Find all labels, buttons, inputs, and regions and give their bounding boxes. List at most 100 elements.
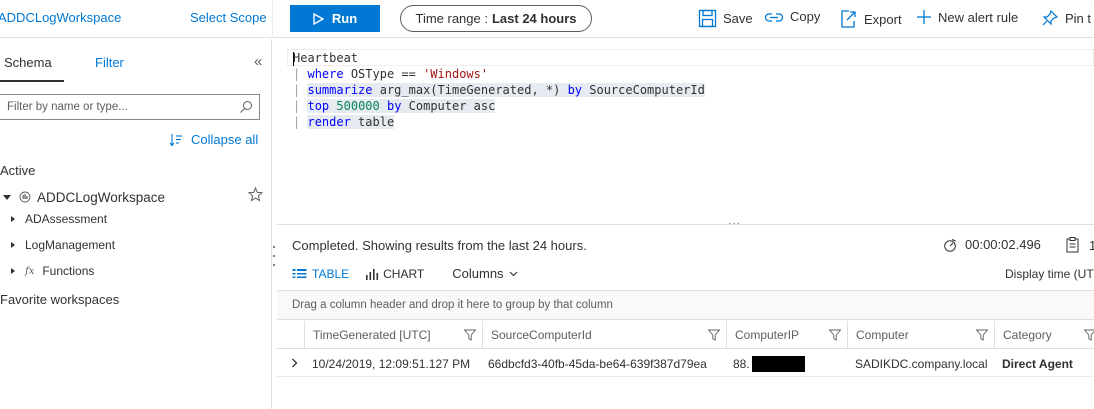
save-button[interactable]: Save <box>698 9 753 28</box>
cell-computerip: 88. <box>733 350 805 377</box>
bar-chart-icon <box>366 268 379 280</box>
query-editor[interactable]: Heartbeat | where OSType == 'Windows' | … <box>277 44 1094 222</box>
editor-results-splitter[interactable] <box>277 224 1094 228</box>
result-view-tabs: TABLE CHART Columns <box>292 266 518 281</box>
column-header-sourcecomputerid[interactable]: SourceComputerId <box>482 321 726 349</box>
pin-icon <box>1042 9 1059 26</box>
tab-schema[interactable]: Schema <box>4 55 52 70</box>
tab-table[interactable]: TABLE <box>292 267 349 281</box>
filter-icon[interactable] <box>708 329 720 341</box>
column-header-computerip[interactable]: ComputerIP <box>726 321 847 349</box>
time-range-value: Last 24 hours <box>491 11 577 26</box>
time-range-label: Time range : <box>415 11 488 26</box>
columns-label: Columns <box>452 266 504 281</box>
schema-filter <box>0 94 260 120</box>
code-line-4: | top 500000 by Computer asc <box>293 99 496 113</box>
workspace-tree-label: ADDCLogWorkspace <box>37 189 166 205</box>
export-button[interactable]: Export <box>838 9 902 29</box>
chevron-down-icon <box>509 271 517 276</box>
save-label: Save <box>723 11 753 26</box>
group-by-drop-zone[interactable]: Drag a column header and drop it here to… <box>277 290 1094 320</box>
active-tab-indicator <box>0 80 64 82</box>
star-icon[interactable] <box>248 187 263 202</box>
caret-right-icon <box>11 216 15 222</box>
save-icon <box>698 9 717 28</box>
collapse-all-icon <box>169 133 182 146</box>
export-label: Export <box>864 11 902 27</box>
workspace-link[interactable]: ADDCLogWorkspace <box>0 10 121 25</box>
search-icon <box>240 101 252 113</box>
tree-item-functions[interactable]: fx Functions <box>11 261 94 281</box>
filter-icon[interactable] <box>1084 329 1094 341</box>
display-time-selector[interactable]: Display time (UT <box>1005 267 1094 281</box>
new-alert-rule-button[interactable]: New alert rule <box>916 9 1018 25</box>
run-button[interactable]: Run <box>290 5 380 32</box>
tree-item-label: ADAssessment <box>25 212 108 226</box>
tab-chart-label: CHART <box>383 266 425 281</box>
group-by-hint: Drag a column header and drop it here to… <box>292 299 613 311</box>
play-icon <box>313 12 324 25</box>
top-toolbar: ADDCLogWorkspace Select Scope Run Time r… <box>0 0 1094 38</box>
export-icon <box>841 10 856 28</box>
cell-category: Direct Agent <box>1002 356 1073 371</box>
favorite-workspaces-label: Favorite workspaces <box>0 292 120 307</box>
tree-item-adassessment[interactable]: ADAssessment <box>11 209 107 229</box>
cell-computer: SADIKDC.company.local <box>855 356 988 371</box>
code-line-5: | render table <box>293 115 395 129</box>
schema-filter-input[interactable] <box>0 95 227 119</box>
table-icon <box>292 268 307 278</box>
caret-right-icon <box>11 242 15 248</box>
select-scope-link[interactable]: Select Scope <box>190 10 267 25</box>
plus-icon <box>917 10 931 24</box>
caret-right-icon <box>11 268 15 274</box>
filter-icon[interactable] <box>464 329 476 341</box>
column-header-computer[interactable]: Computer <box>847 321 994 349</box>
copy-button[interactable]: Copy <box>764 9 820 24</box>
redacted-block <box>751 355 805 372</box>
cell-sourcecomputerid: 66dbcfd3-40fb-45da-be64-639f387d79ea <box>488 356 707 371</box>
filter-icon[interactable] <box>829 329 841 341</box>
code-line-3: | summarize arg_max(TimeGenerated, *) by… <box>293 83 705 97</box>
time-range-picker[interactable]: Time range : Last 24 hours <box>400 5 592 32</box>
chevron-right-icon[interactable] <box>291 358 298 368</box>
elapsed-time: 00:00:02.496 <box>943 237 1041 252</box>
column-header-timegenerated[interactable]: TimeGenerated [UTC] <box>304 321 482 349</box>
tab-filter[interactable]: Filter <box>95 55 124 70</box>
new-alert-rule-label: New alert rule <box>938 9 1019 25</box>
result-count: 1 <box>1089 238 1094 253</box>
tree-item-label: LogManagement <box>25 238 116 252</box>
code-line-1: Heartbeat <box>293 51 359 66</box>
function-icon: fx <box>25 265 35 277</box>
current-line-highlight <box>287 49 1094 66</box>
toolbar-divider <box>272 0 273 38</box>
active-section-label: Active <box>0 163 36 178</box>
copy-label: Copy <box>790 9 821 24</box>
workspace-tree-node[interactable]: ADDCLogWorkspace <box>3 186 265 208</box>
pane-resize-handle[interactable] <box>271 246 277 266</box>
columns-dropdown[interactable]: Columns <box>452 266 517 281</box>
run-label: Run <box>331 11 358 26</box>
cell-timegenerated: 10/24/2019, 12:09:51.127 PM <box>312 356 471 371</box>
tree-item-logmanagement[interactable]: LogManagement <box>11 235 115 255</box>
pin-button[interactable]: Pin t <box>1041 9 1091 27</box>
tab-chart[interactable]: CHART <box>365 267 424 281</box>
filter-icon[interactable] <box>976 329 988 341</box>
collapse-all-label: Collapse all <box>191 132 259 147</box>
collapse-pane-icon[interactable]: « <box>254 53 262 70</box>
tree-item-label: Functions <box>42 264 95 278</box>
schema-pane: Schema Filter « Collapse all Active ADDC… <box>0 39 272 409</box>
collapse-all-button[interactable]: Collapse all <box>169 132 258 147</box>
column-header-category[interactable]: Category <box>994 321 1094 349</box>
workspace-icon <box>19 191 31 203</box>
table-row[interactable]: 10/24/2019, 12:09:51.127 PM 66dbcfd3-40f… <box>277 350 1094 377</box>
pin-label: Pin t <box>1065 10 1092 26</box>
results-grid-header: TimeGenerated [UTC] SourceComputerId Com… <box>277 321 1094 349</box>
code-line-2: | where OSType == 'Windows' <box>293 67 489 81</box>
tab-table-label: TABLE <box>312 266 350 281</box>
timer-icon <box>944 238 956 252</box>
link-icon <box>764 12 784 22</box>
elapsed-time-value: 00:00:02.496 <box>965 237 1041 252</box>
clipboard-icon[interactable] <box>1066 237 1079 253</box>
caret-down-icon <box>3 194 11 200</box>
query-status: Completed. Showing results from the last… <box>292 238 587 253</box>
